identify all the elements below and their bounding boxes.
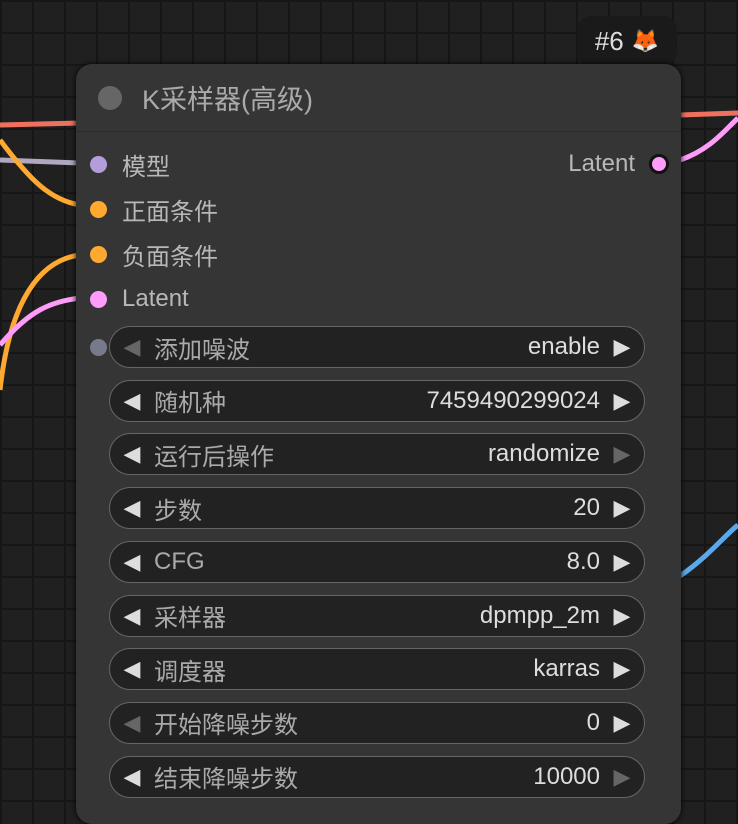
ksampler-advanced-node[interactable]: K采样器(高级) 模型 正面条件 负面条件 Latent Latent ◀ 添加噪… bbox=[76, 64, 681, 824]
widget-label: 开始降噪步数 bbox=[154, 712, 298, 740]
widget-value[interactable]: 0 bbox=[587, 709, 600, 737]
widget-label: 结束降噪步数 bbox=[154, 766, 298, 794]
widget-label: CFG bbox=[154, 547, 205, 575]
input-positive[interactable]: 正面条件 bbox=[90, 189, 218, 229]
increment-arrow-icon[interactable]: ▶ bbox=[600, 334, 644, 360]
increment-arrow-icon[interactable]: ▶ bbox=[600, 549, 644, 575]
widget-2[interactable]: ◀ 运行后操作 randomize ▶ bbox=[109, 433, 645, 476]
input-label: 模型 bbox=[122, 153, 170, 181]
decrement-arrow-icon[interactable]: ◀ bbox=[110, 656, 154, 682]
increment-arrow-icon[interactable]: ▶ bbox=[600, 388, 644, 414]
widget-value[interactable]: karras bbox=[533, 655, 600, 683]
widget-4[interactable]: ◀ CFG 8.0 ▶ bbox=[109, 540, 645, 583]
node-title-bar[interactable]: K采样器(高级) bbox=[76, 64, 681, 132]
widget-label: 添加噪波 bbox=[154, 336, 250, 364]
widget-value[interactable]: randomize bbox=[488, 440, 600, 468]
widget-7[interactable]: ◀ 开始降噪步数 0 ▶ bbox=[109, 701, 645, 744]
widget-0[interactable]: ◀ 添加噪波 enable ▶ bbox=[109, 326, 645, 368]
input-dot[interactable] bbox=[90, 155, 107, 173]
widget-8[interactable]: ◀ 结束降噪步数 10000 ▶ bbox=[109, 755, 645, 798]
input-negative[interactable]: 负面条件 bbox=[90, 234, 218, 274]
decrement-arrow-icon[interactable]: ◀ bbox=[110, 603, 154, 629]
input-label: Latent bbox=[122, 285, 189, 312]
decrement-arrow-icon[interactable]: ◀ bbox=[110, 549, 154, 575]
increment-arrow-icon[interactable]: ▶ bbox=[600, 495, 644, 521]
node-id-badge: #6 🦊 bbox=[577, 16, 677, 66]
input-label: 负面条件 bbox=[122, 243, 218, 271]
increment-arrow-icon[interactable]: ▶ bbox=[600, 441, 644, 467]
widget-value[interactable]: 8.0 bbox=[567, 548, 600, 576]
input-latent[interactable]: Latent bbox=[90, 279, 189, 319]
node-id: #6 bbox=[594, 25, 624, 56]
decrement-arrow-icon[interactable]: ◀ bbox=[110, 441, 154, 467]
widget-3[interactable]: ◀ 步数 20 ▶ bbox=[109, 487, 645, 530]
increment-arrow-icon[interactable]: ▶ bbox=[600, 764, 644, 790]
decrement-arrow-icon[interactable]: ◀ bbox=[110, 388, 154, 414]
decrement-arrow-icon[interactable]: ◀ bbox=[110, 710, 154, 736]
input-model[interactable]: 模型 bbox=[90, 144, 170, 184]
widget-1[interactable]: ◀ 随机种 7459490299024 ▶ bbox=[109, 379, 645, 422]
output-dot[interactable] bbox=[649, 154, 669, 174]
widget-value[interactable]: 10000 bbox=[533, 763, 600, 791]
decrement-arrow-icon[interactable]: ◀ bbox=[110, 495, 154, 521]
widget-value[interactable]: 20 bbox=[573, 494, 600, 522]
node-title: K采样器(高级) bbox=[142, 85, 313, 115]
widget-value[interactable]: enable bbox=[528, 333, 600, 361]
widget-label: 运行后操作 bbox=[154, 443, 274, 471]
output-label: Latent bbox=[568, 150, 635, 177]
collapse-toggle[interactable] bbox=[98, 85, 122, 110]
widget-value[interactable]: 7459490299024 bbox=[426, 387, 600, 415]
output-latent[interactable]: Latent bbox=[568, 144, 669, 184]
widget-label: 步数 bbox=[154, 497, 202, 525]
widget-label: 调度器 bbox=[154, 658, 226, 686]
increment-arrow-icon[interactable]: ▶ bbox=[600, 710, 644, 736]
widget-value[interactable]: dpmpp_2m bbox=[480, 602, 600, 630]
decrement-arrow-icon[interactable]: ◀ bbox=[110, 764, 154, 790]
widget-6[interactable]: ◀ 调度器 karras ▶ bbox=[109, 648, 645, 691]
input-dot[interactable] bbox=[90, 290, 107, 308]
fox-icon: 🦊 bbox=[631, 28, 660, 53]
increment-arrow-icon[interactable]: ▶ bbox=[600, 656, 644, 682]
input-label: 正面条件 bbox=[122, 198, 218, 226]
input-dot[interactable] bbox=[90, 245, 107, 263]
widget-label: 采样器 bbox=[154, 605, 226, 632]
widget-label: 随机种 bbox=[154, 390, 226, 418]
widget-input-dot[interactable] bbox=[90, 339, 107, 356]
increment-arrow-icon[interactable]: ▶ bbox=[600, 603, 644, 629]
widget-5[interactable]: ◀ 采样器 dpmpp_2m ▶ bbox=[109, 594, 645, 637]
decrement-arrow-icon[interactable]: ◀ bbox=[110, 334, 154, 360]
input-dot[interactable] bbox=[90, 200, 107, 218]
